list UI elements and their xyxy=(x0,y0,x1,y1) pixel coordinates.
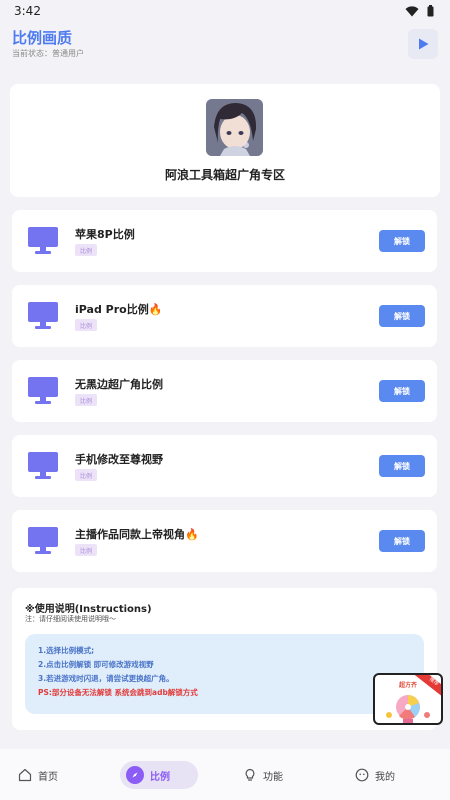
instruction-line: 2.点击比例解锁 即可修改游戏视野 xyxy=(38,660,154,669)
battery-icon xyxy=(427,5,434,17)
nav-function[interactable]: 功能 xyxy=(243,761,283,789)
instructions-note: 注：请仔细阅读使用说明哦～ xyxy=(25,615,116,623)
unlock-button[interactable]: 解锁 xyxy=(379,230,425,252)
nav-ratio[interactable]: 比例 xyxy=(120,761,198,789)
ratio-item-iphone-8p[interactable]: 苹果8P比例 比例 解锁 xyxy=(12,210,437,272)
nav-mine[interactable]: 我的 xyxy=(355,761,395,789)
nav-home[interactable]: 首页 xyxy=(18,761,58,789)
wifi-icon xyxy=(405,5,419,16)
monitor-icon xyxy=(28,452,58,479)
ratio-item-ipad-pro[interactable]: iPad Pro比例🔥 比例 解锁 xyxy=(12,285,437,347)
nav-function-label: 功能 xyxy=(263,771,283,783)
item-title: 主播作品同款上帝视角🔥 xyxy=(75,528,199,541)
item-tag: 比例 xyxy=(75,319,97,331)
page-title: 比例画质 xyxy=(12,29,73,47)
item-title: 手机修改至尊视野 xyxy=(75,453,163,466)
instructions-title: ※使用说明(Instructions) xyxy=(25,604,152,615)
compass-icon xyxy=(126,766,144,784)
instruction-warning: PS:部分设备无法解锁 系统会跳到adb解锁方式 xyxy=(38,688,198,697)
item-tag: 比例 xyxy=(75,394,97,406)
item-tag: 比例 xyxy=(75,469,97,481)
avatar xyxy=(206,99,263,156)
instruction-line: 1.选择比例模式; xyxy=(38,646,95,655)
unlock-button[interactable]: 解锁 xyxy=(379,455,425,477)
ratio-item-supreme-view[interactable]: 手机修改至尊视野 比例 解锁 xyxy=(12,435,437,497)
nav-home-label: 首页 xyxy=(38,771,58,783)
status-bar: 3:42 xyxy=(0,0,450,22)
monitor-icon xyxy=(28,302,58,329)
unlock-button[interactable]: 解锁 xyxy=(379,530,425,552)
instruction-line: 3.若进游戏时闪退，请尝试更换超广角。 xyxy=(38,674,174,683)
item-title: 苹果8P比例 xyxy=(75,228,135,241)
app-bar: 比例画质 当前状态：普通用户 xyxy=(0,22,450,66)
ratio-item-god-view[interactable]: 主播作品同款上帝视角🔥 比例 解锁 xyxy=(12,510,437,572)
monitor-icon xyxy=(28,527,58,554)
home-icon xyxy=(18,768,32,782)
item-title: 无黑边超广角比例 xyxy=(75,378,163,391)
item-title: iPad Pro比例🔥 xyxy=(75,303,163,316)
instructions-box: 1.选择比例模式; 2.点击比例解锁 即可修改游戏视野 3.若进游戏时闪退，请尝… xyxy=(25,634,424,714)
monitor-icon xyxy=(28,377,58,404)
item-tag: 比例 xyxy=(75,544,97,556)
unlock-button[interactable]: 解锁 xyxy=(379,380,425,402)
header-card: 阿浪工具箱超广角专区 xyxy=(10,84,440,197)
unlock-button[interactable]: 解锁 xyxy=(379,305,425,327)
nav-ratio-label: 比例 xyxy=(150,771,170,783)
play-icon xyxy=(419,38,429,50)
item-tag: 比例 xyxy=(75,244,97,256)
monitor-icon xyxy=(28,227,58,254)
bottom-nav: 首页 比例 功能 我的 xyxy=(0,749,450,800)
user-status: 当前状态：普通用户 xyxy=(12,49,84,58)
play-button[interactable] xyxy=(408,29,438,59)
prize-wheel-icon xyxy=(386,695,430,723)
promo-widget[interactable]: 超方齐 推荐 xyxy=(373,673,443,725)
ratio-item-no-border[interactable]: 无黑边超广角比例 比例 解锁 xyxy=(12,360,437,422)
header-title: 阿浪工具箱超广角专区 xyxy=(164,168,285,182)
lightbulb-icon xyxy=(245,768,255,781)
nav-mine-label: 我的 xyxy=(375,771,395,783)
profile-icon xyxy=(355,768,369,782)
status-time: 3:42 xyxy=(14,4,41,18)
